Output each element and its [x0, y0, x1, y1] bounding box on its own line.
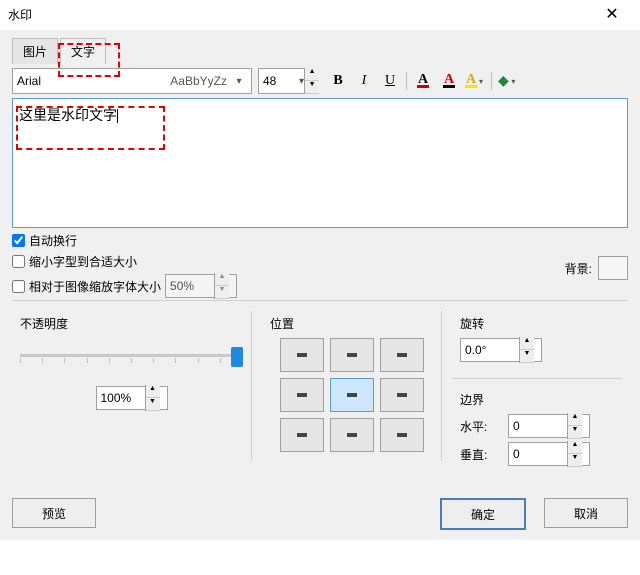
highlight-color-button[interactable]: A▾: [465, 71, 485, 91]
separator: [406, 72, 407, 90]
autowrap-checkbox[interactable]: [12, 234, 25, 247]
position-grid: [270, 338, 433, 452]
divider: [452, 378, 622, 379]
slider-thumb[interactable]: [231, 347, 243, 367]
bounds-horiz-label: 水平:: [460, 418, 500, 435]
pos-mc[interactable]: [330, 378, 374, 412]
pos-br[interactable]: [380, 418, 424, 452]
spin-buttons[interactable]: ▲▼: [304, 68, 319, 94]
tab-text[interactable]: 文字: [60, 38, 106, 64]
chevron-down-icon: ▾: [231, 76, 247, 87]
bounds-group: 边界 水平: ▲▼ 垂直: ▲▼: [452, 387, 622, 478]
scalefont-percent-input: [166, 279, 214, 293]
font-family-combo[interactable]: Arial AaBbYyZz ▾: [12, 68, 252, 94]
rotation-input[interactable]: [461, 343, 519, 357]
divider: [12, 300, 628, 301]
font-sample: AaBbYyZz: [170, 74, 227, 88]
spin-buttons[interactable]: ▲▼: [145, 385, 160, 411]
opacity-value-input[interactable]: [97, 391, 145, 405]
position-group: 位置: [262, 311, 442, 461]
position-label: 位置: [270, 315, 433, 332]
font-color-red-button[interactable]: A: [413, 71, 433, 91]
opacity-label: 不透明度: [20, 315, 243, 332]
text-cursor: [117, 109, 118, 123]
rotation-group: 旋转 ▲▼: [452, 311, 622, 370]
pos-tl[interactable]: [280, 338, 324, 372]
italic-button[interactable]: I: [354, 71, 374, 91]
bounds-vert-input[interactable]: [509, 447, 567, 461]
scalefont-label: 相对于图像缩放字体大小: [29, 278, 161, 295]
autowrap-label: 自动换行: [29, 232, 77, 249]
background-label: 背景:: [565, 260, 592, 277]
close-icon[interactable]: ✕: [592, 0, 632, 30]
fill-color-button[interactable]: ◆▾: [498, 71, 518, 91]
opacity-group: 不透明度 ▲▼: [12, 311, 252, 461]
font-color-black-button[interactable]: A: [439, 71, 459, 91]
bounds-vert-combo[interactable]: ▲▼: [508, 442, 590, 466]
pos-bc[interactable]: [330, 418, 374, 452]
scalefont-percent-combo: ▲▼: [165, 274, 237, 298]
pos-bl[interactable]: [280, 418, 324, 452]
pos-tc[interactable]: [330, 338, 374, 372]
font-name: Arial: [17, 74, 41, 88]
opacity-slider[interactable]: [20, 344, 243, 368]
pos-ml[interactable]: [280, 378, 324, 412]
font-size-input[interactable]: [259, 74, 299, 88]
font-size-combo[interactable]: ▾ ▲▼: [258, 68, 316, 94]
pos-tr[interactable]: [380, 338, 424, 372]
scalefont-checkbox[interactable]: [12, 280, 25, 293]
bounds-horiz-input[interactable]: [509, 419, 567, 433]
preview-button[interactable]: 预览: [12, 498, 96, 528]
spin-buttons: ▲▼: [214, 273, 229, 299]
separator: [491, 72, 492, 90]
rotation-label: 旋转: [460, 315, 614, 332]
underline-button[interactable]: U: [380, 71, 400, 91]
rotation-input-combo[interactable]: ▲▼: [460, 338, 542, 362]
bounds-horiz-combo[interactable]: ▲▼: [508, 414, 590, 438]
shrinkfit-label: 缩小字型到合适大小: [29, 253, 137, 270]
tab-image[interactable]: 图片: [12, 38, 58, 64]
opacity-value-combo[interactable]: ▲▼: [96, 386, 168, 410]
spin-buttons[interactable]: ▲▼: [567, 441, 582, 467]
spin-buttons[interactable]: ▲▼: [567, 413, 582, 439]
watermark-text-input[interactable]: 这里是水印文字: [12, 98, 628, 228]
cancel-button[interactable]: 取消: [544, 498, 628, 528]
shrinkfit-checkbox[interactable]: [12, 255, 25, 268]
ok-button[interactable]: 确定: [440, 498, 526, 530]
spin-buttons[interactable]: ▲▼: [519, 337, 534, 363]
background-color-swatch[interactable]: [598, 256, 628, 280]
pos-mr[interactable]: [380, 378, 424, 412]
dialog-title: 水印: [8, 0, 32, 30]
bounds-vert-label: 垂直:: [460, 446, 500, 463]
bounds-label: 边界: [460, 391, 614, 408]
bold-button[interactable]: B: [328, 71, 348, 91]
watermark-text-value: 这里是水印文字: [19, 107, 117, 123]
